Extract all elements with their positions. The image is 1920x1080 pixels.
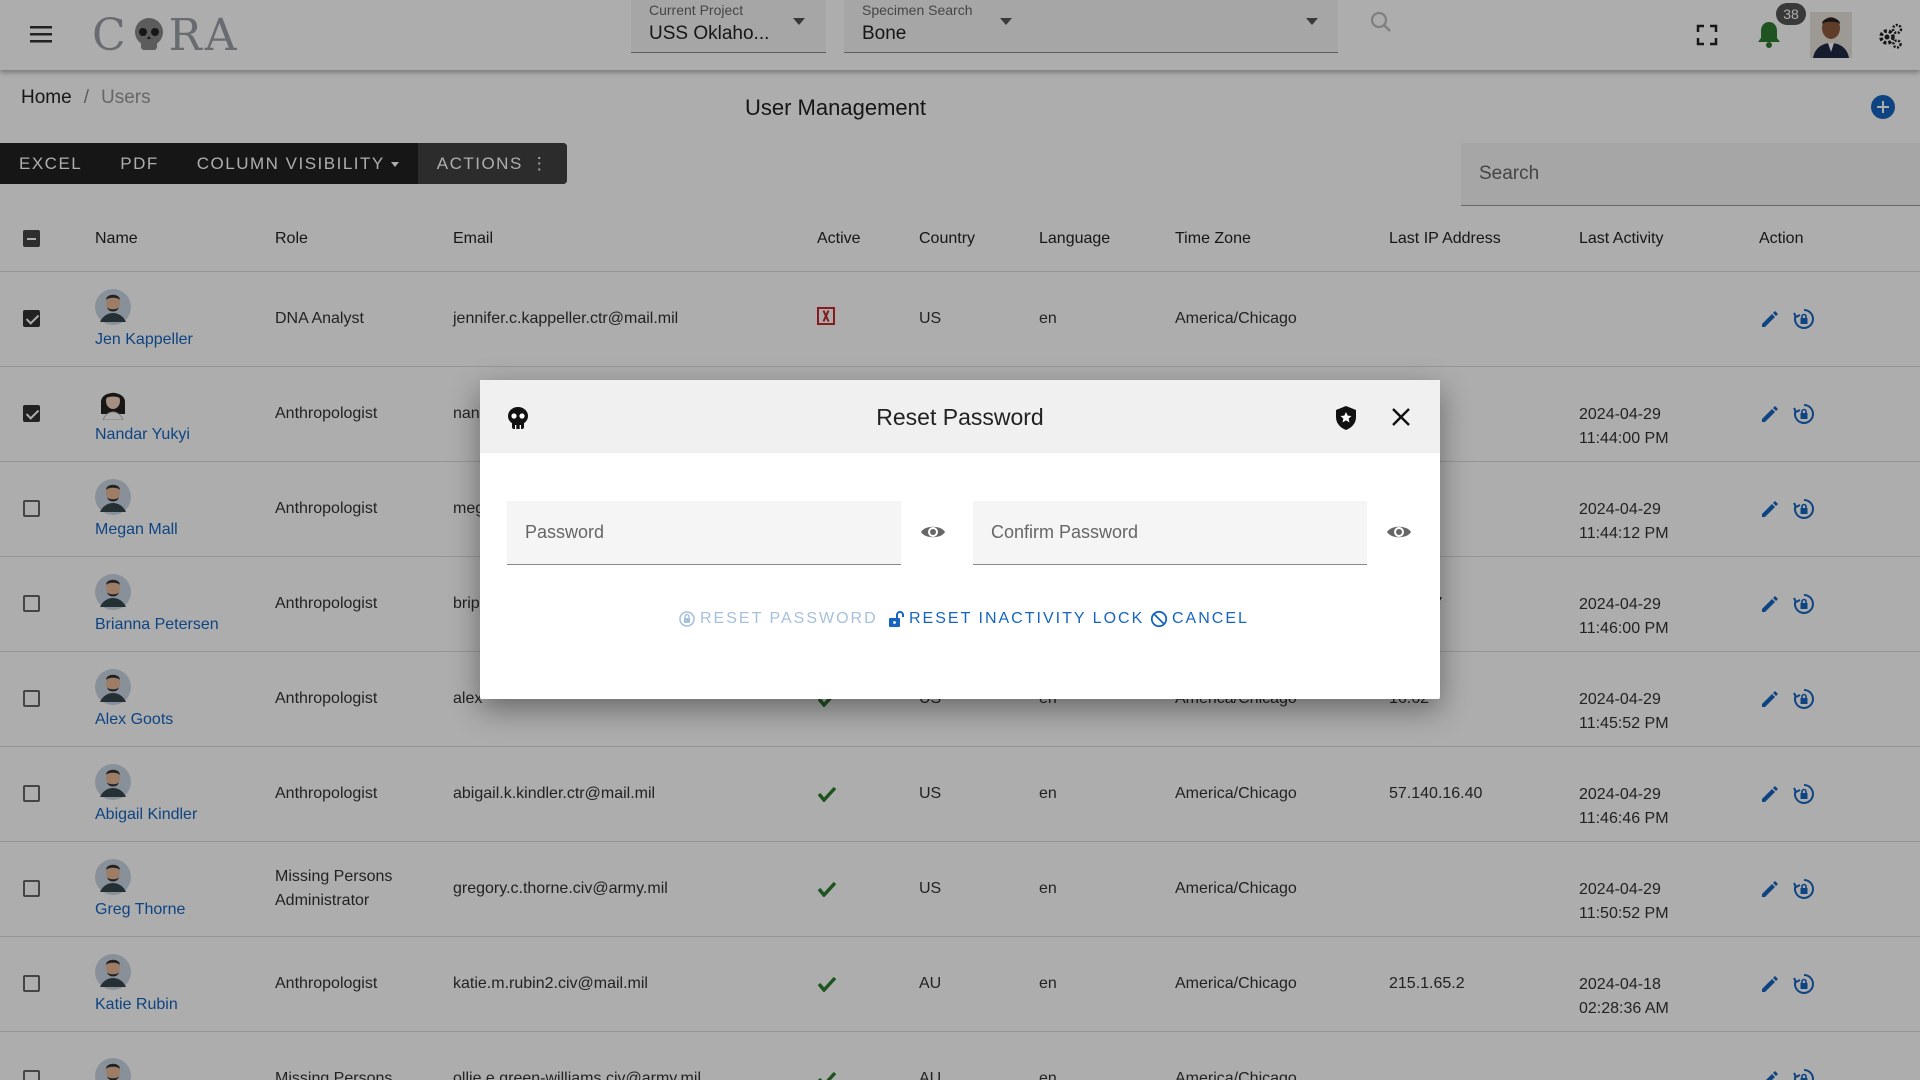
lock-open-icon [889, 611, 904, 627]
shield-star-icon [1336, 406, 1356, 430]
cancel-button[interactable]: CANCEL [1150, 610, 1249, 628]
dialog-header: Reset Password [480, 380, 1440, 453]
block-icon [1150, 610, 1168, 628]
cancel-label: CANCEL [1172, 610, 1249, 627]
close-icon[interactable] [1390, 406, 1412, 428]
dialog-title: Reset Password [876, 404, 1044, 430]
eye-icon[interactable] [1386, 522, 1412, 542]
confirm-password-input[interactable] [973, 501, 1367, 564]
reset-password-dialog: Reset Password RESET PASSWORD RESET INAC… [480, 380, 1440, 699]
reset-password-label: RESET PASSWORD [700, 610, 878, 627]
password-input[interactable] [507, 501, 901, 564]
lock-reset-icon [679, 611, 695, 627]
password-field[interactable] [507, 501, 901, 565]
confirm-password-field[interactable] [973, 501, 1367, 565]
reset-password-button[interactable]: RESET PASSWORD [678, 610, 878, 628]
reset-inactivity-lock-button[interactable]: RESET INACTIVITY LOCK [887, 610, 1144, 628]
reset-inactivity-lock-label: RESET INACTIVITY LOCK [909, 610, 1145, 627]
eye-icon[interactable] [920, 522, 946, 542]
